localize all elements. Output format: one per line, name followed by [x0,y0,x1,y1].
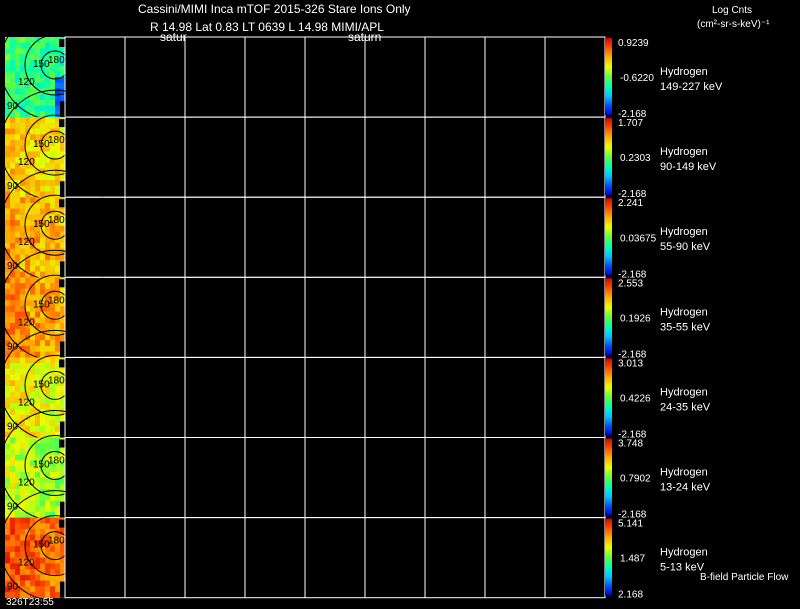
panel-1: 150180120900.9239-0.6220-2.168Hydrogen14… [0,9,723,121]
colorbar-max-label: 5.141 [618,519,643,530]
shadow-mark [59,439,65,448]
species-label: Hydrogen [660,66,708,78]
contour-label: 180 [48,536,65,547]
shadow-mark [59,119,65,128]
shadow-mark [60,581,65,598]
shadow-mark [60,101,65,118]
contour-label: 180 [48,375,65,386]
shadow-mark [60,181,65,198]
shadow-mark [59,279,65,288]
grid-frame [64,517,606,599]
contour-label: 180 [48,135,65,146]
shadow-mark [59,359,65,368]
colorbar-max-label: 0.9239 [618,38,649,49]
grid-frame [64,36,606,118]
grid-frame [64,116,606,198]
grid-frame [64,356,606,438]
energy-label: 149-227 keV [660,81,723,93]
timestamp-label: 326T23:55 [6,597,54,608]
contour-label: 120 [18,558,35,569]
colorbar-mid-label: 0.4226 [620,393,651,404]
shadow-mark [59,199,65,208]
bfield-flow-label: B-field Particle Flow [700,572,789,583]
panel-4: 150180120902.5530.1926-2.168Hydrogen35-5… [0,249,711,361]
energy-label: 5-13 keV [660,562,705,574]
shadow-mark [60,421,65,438]
energy-label: 13-24 keV [660,482,711,494]
contour-label: 120 [18,397,35,408]
shadow-mark [59,39,65,47]
species-label: Hydrogen [660,226,708,238]
species-label: Hydrogen [660,306,708,318]
shadow-mark [60,501,65,518]
contour-label: 90 [7,582,19,593]
shadow-mark [60,341,65,358]
colorbar-max-label: 2.553 [618,278,643,289]
contour-label: 120 [18,77,35,88]
panel-3: 150180120902.2410.03675-2.168Hydrogen55-… [0,169,711,281]
colorbar-mid-label: 0.2303 [620,153,651,164]
energy-label: 35-55 keV [660,321,711,333]
grid-frame [64,437,606,519]
colorbar-max-label: 2.241 [618,198,643,209]
species-label: Hydrogen [660,467,708,479]
colorbar-max-label: 3.748 [618,439,643,450]
colorbar-mid-label: 0.03675 [620,233,657,244]
colorbar [605,358,612,436]
species-label: Hydrogen [660,386,708,398]
colorbar-max-label: 1.707 [618,118,643,129]
grid-frame [64,276,606,358]
colorbar [605,38,612,116]
shadow-mark [60,261,65,278]
colorbar-mid-label: -0.6220 [620,73,654,84]
colorbar-mid-label: 0.7902 [620,474,651,485]
contour-label: 120 [18,237,35,248]
energy-label: 90-149 keV [660,161,717,173]
colorbar [605,518,612,596]
colorbar [605,438,612,516]
colorbar [605,278,612,356]
colorbar-mid-label: 1.487 [620,554,645,565]
panel-7: 150180120905.1411.4872.168Hydrogen5-13 k… [0,490,708,602]
species-label: Hydrogen [660,547,708,559]
contour-label: 120 [18,478,35,489]
shadow-mark [59,519,65,528]
colorbar-min-label: 2.168 [618,590,643,601]
panel-5: 150180120903.0130.4226-2.168Hydrogen24-3… [0,329,711,441]
panel-6: 150180120903.7480.7902-2.168Hydrogen13-2… [0,410,711,521]
energy-label: 55-90 keV [660,241,711,253]
contour-label: 180 [48,456,65,467]
contour-label: 180 [48,295,65,306]
contour-label: 120 [18,157,35,168]
colorbar [605,118,612,196]
colorbar-max-label: 3.013 [618,358,643,369]
contour-label: 180 [48,215,65,226]
contour-label: 180 [48,55,65,66]
colorbar [605,198,612,276]
energy-label: 24-35 keV [660,401,711,413]
species-label: Hydrogen [660,146,708,158]
contour-label: 120 [18,317,35,328]
heatmap-chart: 150180120900.9239-0.6220-2.168Hydrogen14… [0,9,723,602]
grid-frame [64,196,606,278]
colorbar-mid-label: 0.1926 [620,313,651,324]
